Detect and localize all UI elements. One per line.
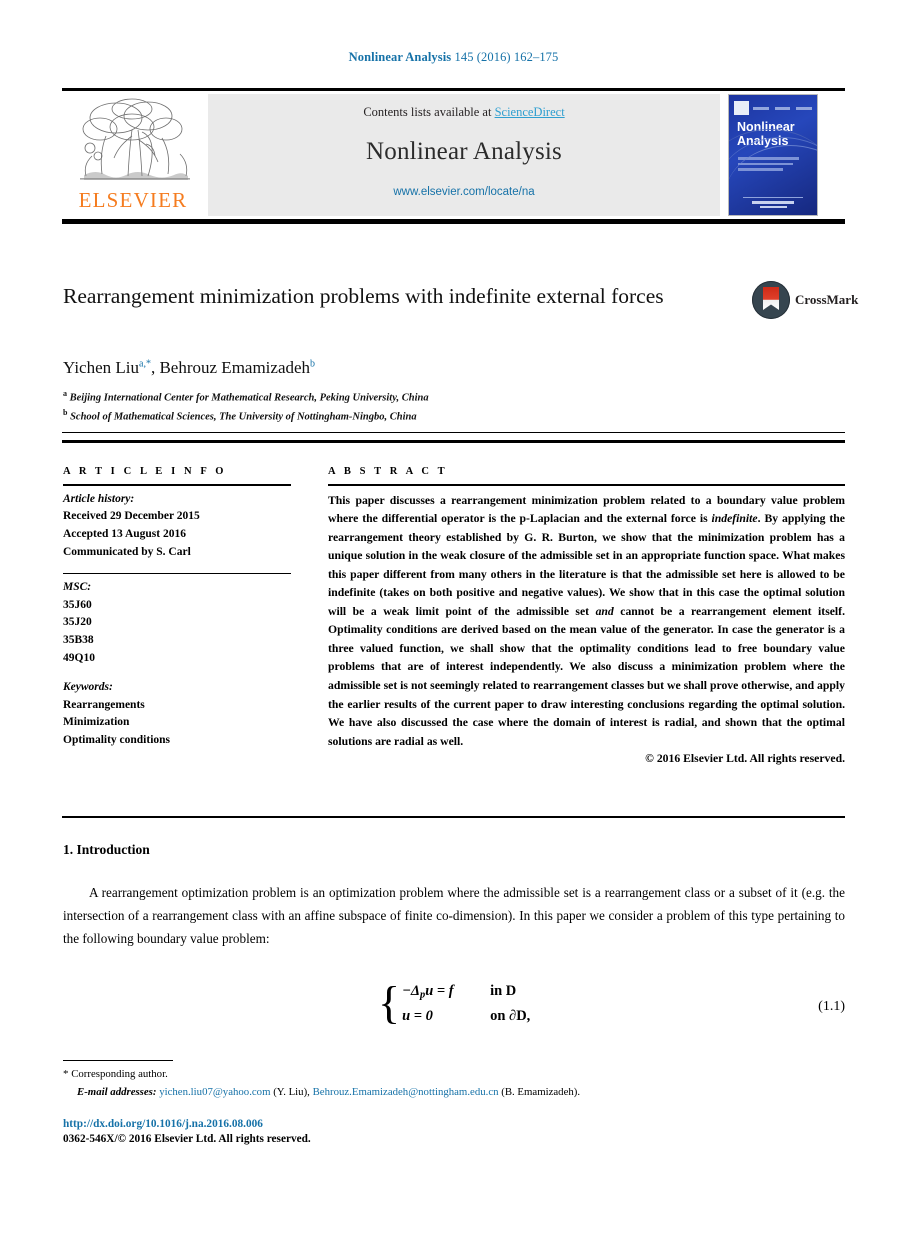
affiliation-marker: b [63,407,68,417]
msc-code: 35B38 [63,634,94,647]
equation-1-1: { −Δpu = f in D u = 0 on ∂D, (1.1) [63,980,845,1040]
equation-line-2-rhs: on ∂D, [490,1007,531,1024]
abstract-italic-1: indefinite [711,512,758,526]
masthead-top-rule [62,88,845,91]
page-title: Rearrangement minimization problems with… [63,284,664,308]
abstract-text: This paper discusses a rearrangement min… [328,486,845,752]
equation-number: (1.1) [818,999,845,1014]
equation-line-2-lhs: u = 0 [402,1007,433,1024]
article-info-column: Article history: Received 29 December 20… [63,484,291,750]
equation-line-1-lhs: −Δpu = f [402,980,490,1005]
sciencedirect-link[interactable]: ScienceDirect [495,105,565,119]
affiliation-text: School of Mathematical Sciences, The Uni… [70,411,417,422]
affiliation-marker: a [63,389,67,398]
equation-lines: −Δpu = f in D u = 0 on ∂D, [402,980,530,1028]
equation-line-1-rest: u = f [425,983,454,999]
msc-label: MSC: [63,580,92,593]
journal-cover-thumbnail: Nonlinear Analysis [728,94,818,216]
email-addresses-note: E-mail addresses: yichen.liu07@yahoo.com… [63,1084,845,1101]
abstract-italic-2: and [595,604,614,618]
article-info-heading: A R T I C L E I N F O [63,466,227,477]
footnote-block: * Corresponding author. E-mail addresses… [63,1066,845,1101]
article-history-accepted: Accepted 13 August 2016 [63,528,186,541]
article-history-communicated: Communicated by S. Carl [63,545,191,558]
divider-info-heavy [62,440,845,443]
keyword-item: Minimization [63,716,130,729]
keyword-item: Optimality conditions [63,734,171,747]
cover-header-strip [734,100,813,116]
keyword-item: Rearrangements [63,698,145,711]
keywords-block: Keywords: Rearrangements Minimization Op… [63,668,291,750]
footnote-rule [63,1060,173,1061]
abstract-part-3: cannot be a rearrangement element itself… [328,604,845,748]
abstract-column: This paper discusses a rearrangement min… [328,484,845,765]
masthead-panel: Contents lists available at ScienceDirec… [208,94,720,216]
elsevier-wordmark: ELSEVIER [78,188,188,212]
elsevier-tree-icon [80,98,190,180]
email-owner-1: (Y. Liu), [273,1085,310,1098]
equation-brace: { [378,977,401,1029]
affiliation-item: b School of Mathematical Sciences, The U… [63,407,823,426]
msc-block: MSC: 35J60 35J20 35B38 49Q10 [63,574,291,668]
cover-header-lines [753,106,813,110]
email-addresses-label: E-mail addresses: [77,1085,157,1098]
affiliation-list: a Beijing International Center for Mathe… [63,388,823,425]
section-heading-introduction: 1. Introduction [63,842,150,857]
equation-line-2: u = 0 on ∂D, [402,1005,530,1028]
journal-homepage-link[interactable]: www.elsevier.com/locate/na [208,186,720,198]
equation-line-1: −Δpu = f in D [402,980,530,1005]
crossmark-icon [752,281,790,319]
keywords-label: Keywords: [63,680,113,693]
divider-below-abstract [62,816,845,818]
running-head-citation: 145 (2016) 162–175 [451,50,559,64]
corresponding-author-marker: * [63,1068,69,1080]
contents-line: Contents lists available at ScienceDirec… [208,105,720,120]
authors-text: Yichen Liua,*, Behrouz Emamizadehb [63,358,316,377]
abstract-copyright: © 2016 Elsevier Ltd. All rights reserved… [645,752,845,766]
article-history-received: Received 29 December 2015 [63,510,200,523]
article-history-block: Article history: Received 29 December 20… [63,486,291,562]
crossmark-label: CrossMark [795,292,859,307]
paper-page: Nonlinear Analysis 145 (2016) 162–175 EL… [0,0,907,1238]
email-link-author-1[interactable]: yichen.liu07@yahoo.com [159,1086,270,1098]
msc-code: 35J60 [63,598,92,611]
affiliation-text: Beijing International Center for Mathema… [69,392,429,404]
doi-link[interactable]: http://dx.doi.org/10.1016/j.na.2016.08.0… [63,1118,263,1130]
equation-line-1-rhs: in D [490,983,517,999]
journal-url-text[interactable]: www.elsevier.com/locate/na [393,186,534,198]
introduction-paragraph: A rearrangement optimization problem is … [63,885,845,946]
article-history-label: Article history: [63,492,135,505]
cover-footer-lines [743,197,803,210]
elsevier-logo: ELSEVIER [70,96,200,214]
equation-content: { −Δpu = f in D u = 0 on ∂D, [378,980,530,1028]
masthead-bottom-rule [62,219,845,224]
affiliation-item: a Beijing International Center for Mathe… [63,388,823,407]
email-owner-2: (B. Emamizadeh). [501,1085,581,1098]
abstract-heading: A B S T R A C T [328,466,448,477]
corresponding-author-note: * Corresponding author. [63,1066,845,1084]
msc-code: 35J20 [63,616,92,629]
abstract-part-2: . By applying the rearrangement theory e… [328,512,845,618]
cover-badge-icon [734,101,749,115]
msc-code: 49Q10 [63,652,95,664]
journal-title: Nonlinear Analysis [366,138,562,165]
issn-copyright-line: 0362-546X/© 2016 Elsevier Ltd. All right… [63,1133,311,1145]
author-list: Yichen Liua,*, Behrouz Emamizadehb [63,358,763,378]
crossmark-badge[interactable]: CrossMark [752,278,858,322]
running-head: Nonlinear Analysis 145 (2016) 162–175 [0,50,907,65]
divider-above-info [62,432,845,433]
corresponding-author-text: Corresponding author. [71,1068,168,1080]
running-head-journal: Nonlinear Analysis [348,50,452,64]
equation-operator: −Δ [402,983,420,999]
doi-url-text[interactable]: http://dx.doi.org/10.1016/j.na.2016.08.0… [63,1118,263,1130]
journal-masthead: ELSEVIER Contents lists available at Sci… [62,88,845,224]
email-link-author-2[interactable]: Behrouz.Emamizadeh@nottingham.edu.cn [313,1086,499,1098]
contents-label: Contents lists available at [363,105,495,119]
